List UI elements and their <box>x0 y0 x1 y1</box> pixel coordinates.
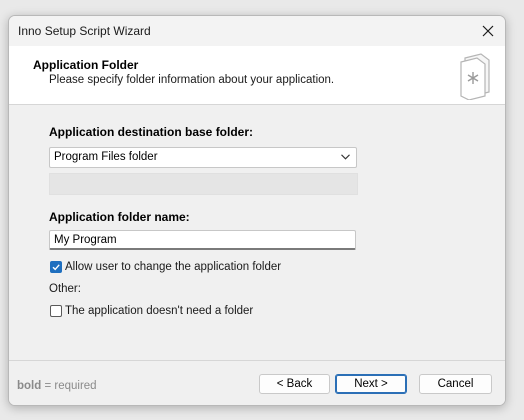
wizard-window: Inno Setup Script Wizard Application Fol… <box>8 15 506 406</box>
required-note: bold = required <box>17 380 97 392</box>
wizard-header: Application Folder Please specify folder… <box>9 46 505 105</box>
base-folder-value: Program Files folder <box>54 151 158 163</box>
allow-change-checkbox[interactable] <box>50 261 62 273</box>
wizard-document-icon <box>460 53 490 100</box>
check-icon <box>52 264 60 271</box>
next-button[interactable]: Next > <box>335 374 407 394</box>
wizard-content: Application destination base folder: Pro… <box>9 105 505 360</box>
back-button[interactable]: < Back <box>259 374 330 394</box>
close-icon <box>482 25 494 37</box>
page-subtitle: Please specify folder information about … <box>49 74 335 86</box>
required-note-bold: bold <box>17 380 42 392</box>
base-folder-label: Application destination base folder: <box>49 125 254 139</box>
window-title: Inno Setup Script Wizard <box>18 24 151 38</box>
other-label: Other: <box>49 283 81 295</box>
folder-name-input[interactable]: My Program <box>49 230 356 250</box>
required-note-text: = required <box>41 380 97 392</box>
close-button[interactable] <box>477 20 499 42</box>
wizard-footer: bold = required < Back Next > Cancel <box>9 360 505 405</box>
no-folder-checkbox[interactable] <box>50 305 62 317</box>
no-folder-label[interactable]: The application doesn't need a folder <box>65 305 253 317</box>
chevron-down-icon <box>341 154 350 160</box>
allow-change-label[interactable]: Allow user to change the application fol… <box>65 261 281 273</box>
base-folder-select[interactable]: Program Files folder <box>49 147 357 168</box>
cancel-button[interactable]: Cancel <box>419 374 492 394</box>
page-title: Application Folder <box>33 58 139 72</box>
title-bar: Inno Setup Script Wizard <box>9 16 505 46</box>
folder-name-label: Application folder name: <box>49 210 190 224</box>
custom-folder-input-disabled <box>49 173 358 195</box>
folder-name-value: My Program <box>54 234 117 246</box>
